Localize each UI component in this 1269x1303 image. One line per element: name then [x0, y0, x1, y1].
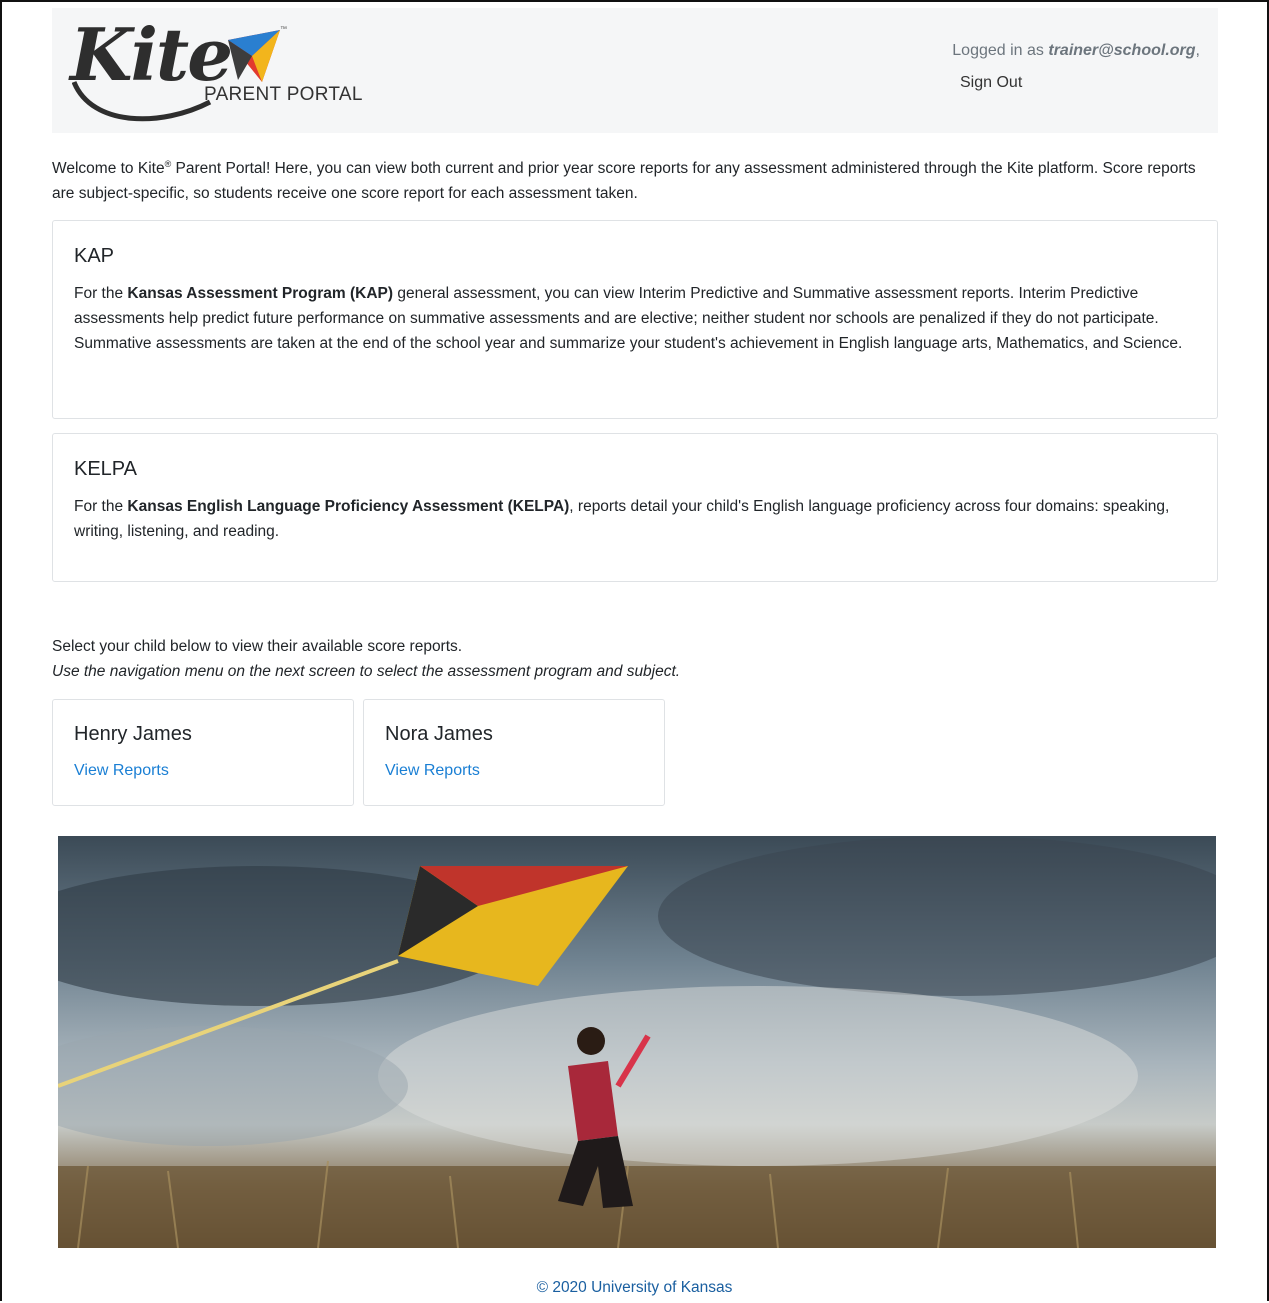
- select-instructions: Select your child below to view their av…: [52, 634, 680, 684]
- kap-description: For the Kansas Assessment Program (KAP) …: [74, 281, 1198, 356]
- kap-bold: Kansas Assessment Program (KAP): [127, 285, 394, 302]
- user-email: trainer@school.org: [1048, 42, 1196, 59]
- footer-copyright[interactable]: © 2020 University of Kansas: [0, 1279, 1269, 1297]
- kap-pre: For the: [74, 285, 128, 302]
- logo-trademark: ™: [280, 26, 287, 33]
- login-suffix: ,: [1195, 42, 1200, 59]
- kelpa-pre: For the: [74, 498, 128, 515]
- kite-logo[interactable]: Kite ™ PARENT PORTAL: [70, 12, 380, 127]
- kite-girl-photo: [58, 836, 1216, 1248]
- select-line-1: Select your child below to view their av…: [52, 638, 463, 655]
- header: Kite ™ PARENT PORTAL Logged in as traine…: [52, 8, 1218, 133]
- kelpa-description: For the Kansas English Language Proficie…: [74, 494, 1198, 544]
- select-line-2: Use the navigation menu on the next scre…: [52, 663, 681, 680]
- view-reports-link[interactable]: View Reports: [74, 762, 169, 780]
- welcome-part2: Parent Portal! Here, you can view both c…: [52, 160, 1196, 202]
- sign-out-link[interactable]: Sign Out: [960, 74, 1022, 92]
- kelpa-bold: Kansas English Language Proficiency Asse…: [127, 498, 570, 515]
- kelpa-title: KELPA: [74, 458, 137, 480]
- kap-card: KAP For the Kansas Assessment Program (K…: [52, 220, 1218, 419]
- swoosh-icon: [72, 80, 212, 122]
- login-status: Logged in as trainer@school.org,: [952, 42, 1200, 60]
- child-name: Nora James: [385, 723, 493, 745]
- welcome-part1: Welcome to Kite: [52, 160, 165, 177]
- logo-subtitle: PARENT PORTAL: [204, 84, 363, 105]
- hero-image: [58, 836, 1216, 1248]
- view-reports-link[interactable]: View Reports: [385, 762, 480, 780]
- kap-title: KAP: [74, 245, 115, 267]
- kite-logo-icon: [228, 30, 280, 82]
- welcome-text: Welcome to Kite® Parent Portal! Here, yo…: [52, 152, 1218, 206]
- child-name: Henry James: [74, 723, 192, 745]
- child-card-nora: Nora James View Reports: [363, 699, 665, 806]
- kelpa-card: KELPA For the Kansas English Language Pr…: [52, 433, 1218, 582]
- login-prefix: Logged in as: [952, 42, 1049, 59]
- child-card-henry: Henry James View Reports: [52, 699, 354, 806]
